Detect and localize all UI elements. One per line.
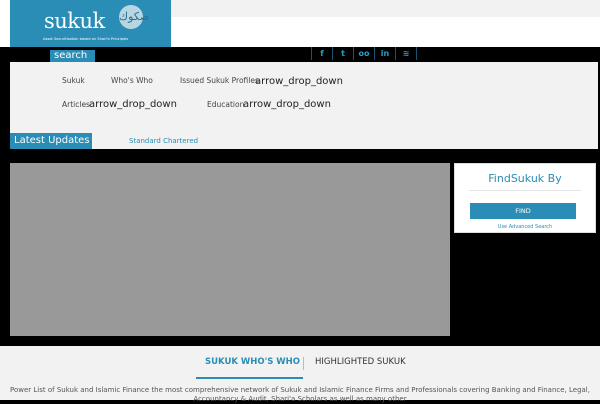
nav-whos-who[interactable]: Who's Who [111,76,153,85]
logo[interactable]: sukuk صكوك Asset Securitisation based on… [10,0,171,47]
flickr-icon[interactable]: oo [353,47,374,60]
linkedin-icon[interactable]: in [374,47,395,60]
rss-icon[interactable]: ≋ [395,47,417,60]
bottom-section: SUKUK WHO'S WHO HIGHLIGHTED SUKUK Power … [0,346,600,403]
tab-divider [303,357,304,370]
main-nav: Sukuk Who's Who Issued Sukuk Profiles ar… [10,62,598,149]
header-strip [171,0,600,17]
search-button[interactable]: search [50,50,95,62]
divider [469,190,581,191]
find-button[interactable]: FIND [470,203,576,219]
tab-highlighted-sukuk[interactable]: HIGHLIGHTED SUKUK [315,357,406,367]
twitter-icon[interactable]: t [332,47,353,60]
education-dropdown-icon[interactable]: arrow_drop_down [243,99,331,110]
nav-issued-sukuk-profiles[interactable]: Issued Sukuk Profiles [180,76,259,85]
nav-articles[interactable]: Articles [62,100,90,109]
facebook-icon[interactable]: f [311,47,332,60]
logo-tagline: Asset Securitisation based on Shari'a Pr… [43,37,129,41]
nav-sukuk[interactable]: Sukuk [62,76,85,85]
issued-profiles-dropdown-icon[interactable]: arrow_drop_down [255,76,343,87]
active-tab-indicator [196,377,303,379]
news-ticker-item[interactable]: Standard Chartered [129,137,198,145]
nav-education[interactable]: Education [207,100,244,109]
social-icons: f t oo in ≋ [311,47,417,60]
find-title-rest: Sukuk By [510,172,562,185]
tab-sukuk-whos-who[interactable]: SUKUK WHO'S WHO [205,357,300,367]
logo-seal: صكوك [119,5,149,29]
featured-slider[interactable] [10,163,450,336]
logo-wordmark: sukuk [44,9,105,33]
find-sukuk-title: FindSukuk By [455,172,595,185]
latest-updates-label: Latest Updates [10,133,92,149]
articles-dropdown-icon[interactable]: arrow_drop_down [89,99,177,110]
section-description: Power List of Sukuk and Islamic Finance … [10,386,590,403]
bottom-tabs: SUKUK WHO'S WHO HIGHLIGHTED SUKUK [0,357,600,379]
header: sukuk صكوك Asset Securitisation based on… [0,0,600,47]
find-sukuk-panel: FindSukuk By FIND Use Advanced Search [454,163,596,233]
find-title-find: Find [488,172,511,185]
advanced-search-link[interactable]: Use Advanced Search [455,224,595,230]
